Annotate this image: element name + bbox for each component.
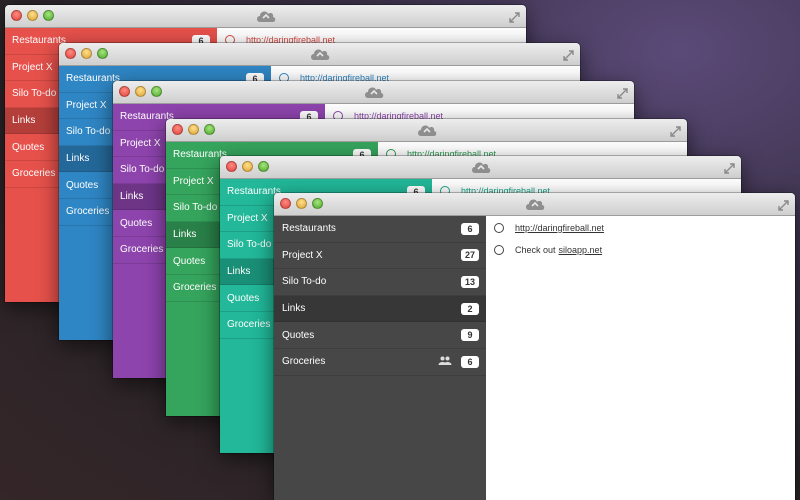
expand-icon[interactable] [778, 198, 789, 216]
traffic-lights [280, 198, 323, 209]
close-button[interactable] [172, 124, 183, 135]
traffic-lights [11, 10, 54, 21]
cloud-sync-icon[interactable] [363, 84, 385, 105]
zoom-button[interactable] [97, 48, 108, 59]
cloud-sync-icon[interactable] [416, 122, 438, 143]
task-item[interactable]: http://daringfireball.net [486, 217, 795, 239]
zoom-button[interactable] [151, 86, 162, 97]
task-item[interactable]: Check out siloapp.net [486, 239, 795, 261]
cloud-sync-icon[interactable] [470, 159, 492, 180]
count-badge: 13 [460, 275, 479, 288]
group-icon [438, 356, 452, 368]
sidebar-item-links[interactable]: Links 2 [274, 295, 486, 323]
titlebar[interactable] [5, 5, 526, 28]
sidebar-item-groceries[interactable]: Groceries 6 [274, 349, 486, 376]
sidebar-list: Restaurants 6 Project X 27 Silo To-do 13… [274, 216, 486, 500]
minimize-button[interactable] [81, 48, 92, 59]
count-badge: 6 [461, 222, 479, 235]
count-badge: 9 [461, 329, 479, 342]
cloud-sync-icon[interactable] [309, 46, 331, 67]
close-button[interactable] [11, 10, 22, 21]
sidebar-item-restaurants[interactable]: Restaurants 6 [274, 216, 486, 243]
titlebar[interactable] [59, 43, 580, 66]
minimize-button[interactable] [296, 198, 307, 209]
zoom-button[interactable] [204, 124, 215, 135]
expand-icon[interactable] [563, 48, 574, 66]
zoom-button[interactable] [258, 161, 269, 172]
close-button[interactable] [119, 86, 130, 97]
expand-icon[interactable] [724, 161, 735, 179]
traffic-lights [119, 86, 162, 97]
sidebar-item-project-x[interactable]: Project X 27 [274, 243, 486, 270]
sidebar-item-label: Silo To-do [282, 276, 327, 288]
minimize-button[interactable] [135, 86, 146, 97]
sidebar-item-quotes[interactable]: Quotes 9 [274, 322, 486, 349]
task-link[interactable]: siloapp.net [559, 245, 603, 255]
circle-checkbox-icon[interactable] [494, 223, 504, 233]
cloud-sync-icon[interactable] [524, 196, 546, 217]
minimize-button[interactable] [27, 10, 38, 21]
close-button[interactable] [226, 161, 237, 172]
sidebar-item-label: Links [282, 303, 306, 315]
traffic-lights [226, 161, 269, 172]
minimize-button[interactable] [242, 161, 253, 172]
count-badge: 6 [461, 355, 479, 368]
expand-icon[interactable] [509, 10, 520, 28]
zoom-button[interactable] [312, 198, 323, 209]
count-badge: 27 [460, 249, 479, 262]
expand-icon[interactable] [617, 86, 628, 104]
sidebar-item-label: Restaurants [282, 223, 336, 235]
circle-checkbox-icon[interactable] [494, 245, 504, 255]
minimize-button[interactable] [188, 124, 199, 135]
traffic-lights [172, 124, 215, 135]
titlebar[interactable] [220, 156, 741, 179]
window-front[interactable]: Restaurants 6 Project X 27 Silo To-do 13… [274, 193, 795, 500]
task-link[interactable]: http://daringfireball.net [515, 223, 604, 233]
titlebar[interactable] [274, 193, 795, 216]
titlebar[interactable] [166, 119, 687, 142]
expand-icon[interactable] [670, 124, 681, 142]
task-list: http://daringfireball.net Check out silo… [486, 216, 795, 500]
sidebar-item-label: Project X [282, 249, 323, 261]
sidebar-item-silo-todo[interactable]: Silo To-do 13 [274, 269, 486, 296]
titlebar[interactable] [113, 81, 634, 104]
sidebar-item-label: Groceries [282, 356, 326, 368]
zoom-button[interactable] [43, 10, 54, 21]
close-button[interactable] [280, 198, 291, 209]
close-button[interactable] [65, 48, 76, 59]
traffic-lights [65, 48, 108, 59]
cloud-sync-icon[interactable] [255, 8, 277, 29]
task-text: Check out [515, 245, 556, 255]
count-badge: 2 [461, 302, 479, 315]
sidebar-item-label: Quotes [282, 329, 315, 341]
